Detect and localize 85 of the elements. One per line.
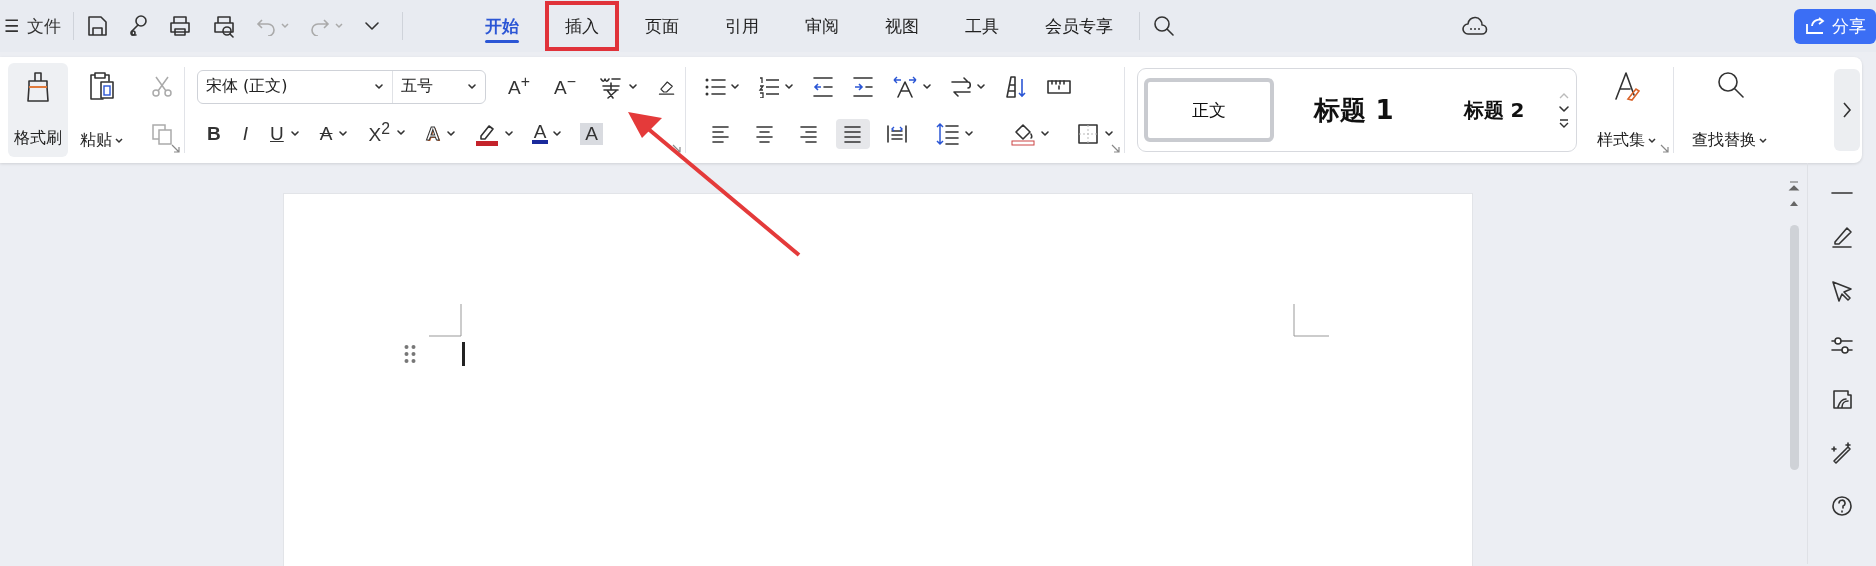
- margin-corner-mark: [1293, 304, 1329, 337]
- chevron-right-icon[interactable]: [1841, 100, 1853, 120]
- style-set-button[interactable]: 样式集: [1591, 63, 1663, 157]
- minimize-icon[interactable]: [1830, 191, 1854, 195]
- underline-button[interactable]: U: [268, 122, 286, 145]
- caret-icon[interactable]: [1040, 129, 1050, 138]
- expand-corner-icon[interactable]: [671, 143, 681, 153]
- shrink-font-button[interactable]: A$^{−}$: [551, 73, 578, 100]
- bold-button[interactable]: B: [205, 122, 223, 145]
- more-styles-icon[interactable]: [1558, 119, 1570, 129]
- print-preview-icon[interactable]: [212, 14, 237, 38]
- caret-icon[interactable]: [395, 129, 406, 138]
- scroll-to-top-icon[interactable]: [1788, 181, 1800, 191]
- paint-bucket-icon[interactable]: [1010, 121, 1036, 146]
- pen-icon[interactable]: [1830, 225, 1854, 249]
- letter-brush-icon[interactable]: [1612, 69, 1642, 103]
- caret-icon[interactable]: [338, 129, 349, 138]
- image-icon[interactable]: [1830, 387, 1854, 411]
- scroll-down-icon[interactable]: [1558, 105, 1570, 113]
- format-painter-button[interactable]: 格式刷: [8, 63, 68, 157]
- swap-arrows-icon[interactable]: [950, 75, 972, 98]
- caret-icon[interactable]: [784, 82, 794, 91]
- numbered-list-icon[interactable]: [758, 75, 780, 98]
- caret-icon[interactable]: [1647, 136, 1657, 145]
- justify-align-button[interactable]: [836, 118, 870, 149]
- margin-corner-mark: [429, 304, 462, 337]
- grow-font-button[interactable]: A$^{+}$: [506, 73, 532, 100]
- caret-icon[interactable]: [503, 129, 514, 138]
- share-button[interactable]: 分享: [1794, 8, 1876, 44]
- distributed-align-icon[interactable]: [886, 122, 908, 145]
- search-icon[interactable]: [1152, 14, 1177, 38]
- share-icon[interactable]: [1804, 16, 1826, 36]
- caret-icon[interactable]: [445, 129, 456, 138]
- scroll-up-icon[interactable]: [1789, 199, 1799, 207]
- key-icon[interactable]: [128, 14, 149, 38]
- caret-icon[interactable]: [627, 82, 638, 91]
- line-spacing-icon[interactable]: [936, 121, 960, 146]
- text-direction-icon[interactable]: [892, 74, 918, 99]
- paste-button[interactable]: 粘贴: [74, 63, 130, 157]
- expand-corner-icon[interactable]: [1110, 143, 1120, 153]
- magic-wand-icon[interactable]: [1830, 441, 1854, 465]
- save-icon[interactable]: [86, 14, 109, 38]
- ribbon-tab[interactable]: 工具: [945, 1, 1020, 51]
- caret-icon[interactable]: [114, 136, 124, 145]
- shading-button[interactable]: A: [580, 122, 604, 145]
- sort-icon[interactable]: [1004, 74, 1028, 99]
- effect-button[interactable]: A: [423, 122, 442, 145]
- increase-indent-icon[interactable]: [852, 75, 874, 98]
- ribbon-tab[interactable]: 引用: [705, 1, 780, 51]
- scrollbar-thumb[interactable]: [1789, 225, 1799, 470]
- print-icon[interactable]: [168, 14, 193, 38]
- ribbon-tab[interactable]: 视图: [865, 1, 940, 51]
- clipboard-icon[interactable]: [87, 69, 117, 103]
- strike-button[interactable]: A: [317, 122, 335, 145]
- caret-icon[interactable]: [922, 82, 932, 91]
- caret-icon[interactable]: [1758, 136, 1768, 145]
- help-icon[interactable]: [1831, 495, 1853, 517]
- caret-icon[interactable]: [730, 82, 740, 91]
- menu-icon[interactable]: ☰: [4, 16, 20, 36]
- style-preset[interactable]: 正文: [1144, 78, 1274, 142]
- style-preset[interactable]: 标题 2: [1434, 78, 1554, 142]
- find-replace-button[interactable]: 查找替换: [1686, 63, 1774, 157]
- cursor-icon[interactable]: [1830, 279, 1854, 303]
- caret-icon[interactable]: [976, 82, 986, 91]
- borders-icon[interactable]: [1076, 121, 1100, 146]
- caret-icon[interactable]: [1104, 129, 1114, 138]
- font-color-button[interactable]: A: [531, 123, 549, 144]
- ribbon-tab[interactable]: 审阅: [785, 1, 860, 51]
- text-cursor: [462, 342, 465, 366]
- style-preset[interactable]: 标题 1: [1274, 78, 1434, 142]
- italic-button[interactable]: I: [240, 122, 250, 145]
- cloud-icon[interactable]: [1462, 15, 1489, 37]
- caret-icon[interactable]: [964, 129, 974, 138]
- caret-icon[interactable]: [552, 129, 563, 138]
- superscript-button[interactable]: X$^{2}$: [366, 120, 392, 147]
- drag-handle-icon[interactable]: [404, 344, 416, 364]
- chevron-down-icon[interactable]: [364, 20, 381, 32]
- ribbon-tab[interactable]: 会员专享: [1025, 1, 1134, 51]
- decrease-indent-icon[interactable]: [812, 75, 834, 98]
- file-menu[interactable]: 文件: [27, 14, 62, 38]
- ribbon-tab[interactable]: 页面: [625, 1, 700, 51]
- caret-icon[interactable]: [289, 129, 300, 138]
- expand-corner-icon[interactable]: [170, 143, 180, 153]
- ribbon-tab[interactable]: 开始: [465, 1, 540, 51]
- ribbon-tab[interactable]: 插入: [545, 1, 620, 51]
